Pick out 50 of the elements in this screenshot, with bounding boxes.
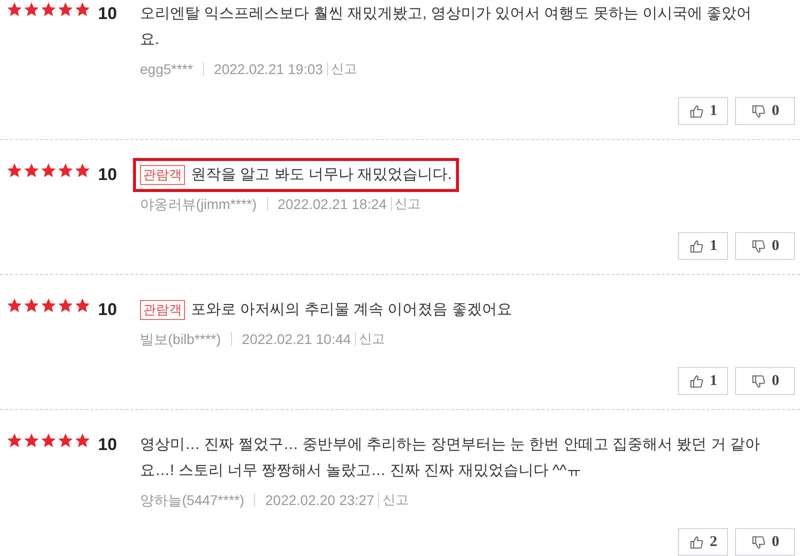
review-text: 오리엔탈 익스프레스보다 훨씬 재밌게봤고, 영상미가 있어서 여행도 못하는 이시국에 좋았어요. <box>140 4 753 50</box>
star-icon <box>6 1 23 18</box>
thumbs-up-icon <box>688 534 704 550</box>
star-icon <box>6 162 23 179</box>
star-icon <box>6 297 23 314</box>
like-button[interactable]: 1 <box>678 367 728 395</box>
star-icon <box>57 1 74 18</box>
viewer-badge: 관람객 <box>140 165 185 185</box>
dislike-button[interactable]: 0 <box>735 97 795 125</box>
thumbs-down-icon <box>750 104 766 118</box>
thumbs-up-icon <box>688 104 704 118</box>
star-icon <box>6 432 23 449</box>
star-icon <box>40 297 57 314</box>
review-text: 포와로 아저씨의 추리물 계속 이어졌음 좋겠어요 <box>191 300 512 320</box>
viewer-badge: 관람객 <box>140 300 185 320</box>
score: 10 <box>98 299 117 321</box>
review-date: 2022.02.20 23:27 <box>254 493 374 507</box>
star-icon <box>74 1 91 18</box>
star-icon <box>74 162 91 179</box>
review-date: 2022.02.21 18:24 <box>266 197 387 211</box>
star-icon <box>23 162 40 179</box>
star-icon <box>23 1 40 18</box>
score: 10 <box>98 434 117 456</box>
star-icon <box>57 162 74 179</box>
like-button[interactable]: 2 <box>678 528 728 556</box>
review-text: 영상미… 진짜 쩔었구… 중반부에 추리하는 장면부터는 눈 한번 안떼고 집중해서 봤던 거 같아요…! 스토리 너무 짱짱해서 놀랐고… 진짜 진짜 재밌었습니다 ^^ㅠ <box>140 435 762 481</box>
star-icon <box>74 297 91 314</box>
star-icon <box>40 1 57 18</box>
star-icon <box>23 432 40 449</box>
like-button[interactable]: 1 <box>678 232 728 260</box>
star-icon <box>40 162 57 179</box>
thumbs-up-icon <box>688 374 704 388</box>
review-text: 원작을 알고 봐도 너무나 재밌었습니다. <box>191 165 452 185</box>
score: 10 <box>98 164 117 186</box>
star-icon <box>57 432 74 449</box>
thumbs-down-icon <box>750 374 766 388</box>
dislike-button[interactable]: 0 <box>735 528 795 556</box>
thumbs-up-icon <box>688 238 704 254</box>
star-icon <box>57 297 74 314</box>
thumbs-down-icon <box>750 534 766 550</box>
dislike-button[interactable]: 0 <box>735 367 795 395</box>
dislike-button[interactable]: 0 <box>735 232 795 260</box>
star-icon <box>40 432 57 449</box>
thumbs-down-icon <box>750 238 766 254</box>
review-date: 2022.02.21 10:44 <box>230 332 351 346</box>
score: 10 <box>98 3 117 25</box>
like-button[interactable]: 1 <box>678 97 728 125</box>
star-icon <box>74 432 91 449</box>
star-icon <box>23 297 40 314</box>
review-date: 2022.02.21 19:03 <box>202 62 323 76</box>
